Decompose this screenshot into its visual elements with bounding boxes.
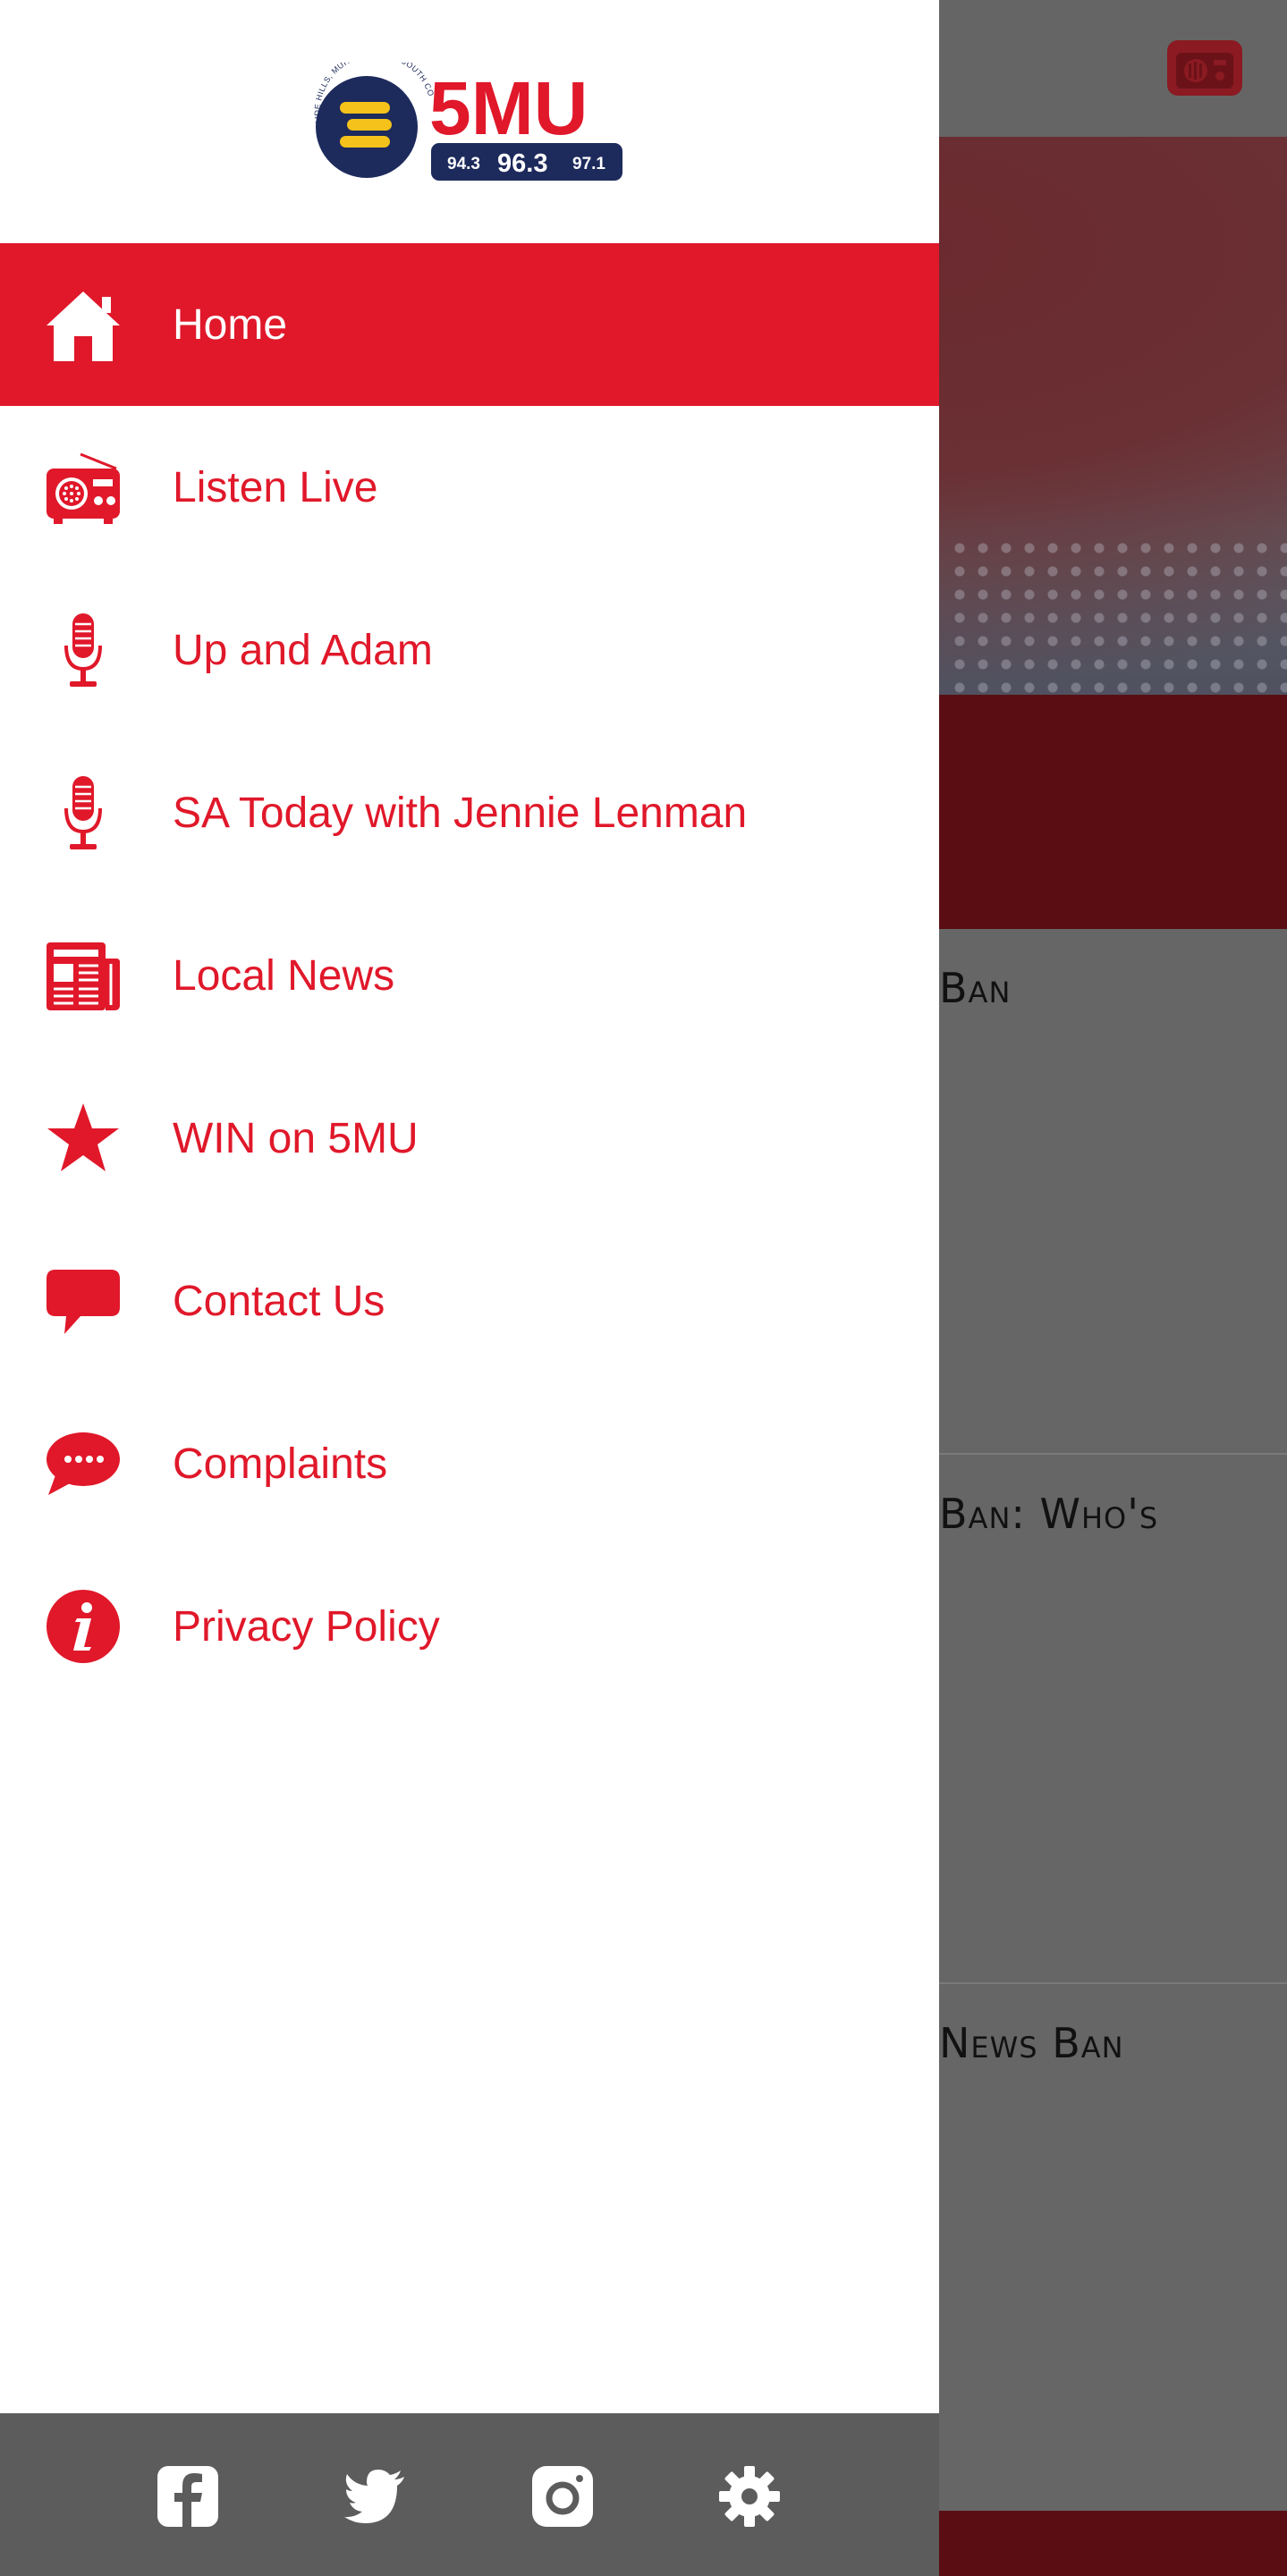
newspaper-icon	[45, 937, 122, 1014]
menu-item-win[interactable]: WIN on 5MU	[0, 1057, 939, 1220]
radio-icon[interactable]	[1167, 40, 1242, 96]
menu-item-label: Home	[173, 300, 288, 349]
menu-item-label: Complaints	[173, 1440, 388, 1488]
menu-item-label: Up and Adam	[173, 626, 433, 674]
menu-item-label: Contact Us	[173, 1277, 385, 1325]
frequency: 97.1	[572, 155, 605, 173]
speech-bubble-icon	[45, 1263, 122, 1339]
card-title[interactable]: News Ban	[939, 2019, 1124, 2067]
menu-item-local-news[interactable]: Local News	[0, 894, 939, 1057]
microphone-icon	[45, 774, 122, 851]
frequency: 96.3	[497, 149, 547, 178]
facebook-icon[interactable]	[156, 2464, 220, 2529]
twitter-icon[interactable]	[343, 2464, 408, 2529]
microphone-icon	[45, 612, 122, 688]
menu-item-label: WIN on 5MU	[173, 1114, 419, 1162]
menu-item-up-and-adam[interactable]: Up and Adam	[0, 569, 939, 731]
menu-item-privacy-policy[interactable]: Privacy Policy	[0, 1545, 939, 1708]
card-title[interactable]: Ban: Who's	[939, 1490, 1158, 1538]
instagram-icon[interactable]	[530, 2464, 595, 2529]
menu-item-label: Local News	[173, 951, 395, 1000]
settings-icon[interactable]	[717, 2464, 782, 2529]
menu-item-home[interactable]: Home	[0, 243, 939, 406]
brand-name: 5MU	[429, 66, 588, 150]
menu-item-label: Privacy Policy	[173, 1602, 440, 1651]
drawer-footer	[0, 2413, 939, 2576]
logo: ADELAIDE HILLS, MURRAYLANDS, SOUTH COAST…	[301, 49, 635, 184]
menu-item-contact-us[interactable]: Contact Us	[0, 1220, 939, 1382]
home-icon	[45, 286, 122, 363]
card-title[interactable]: Ban	[939, 964, 1011, 1012]
navigation-drawer: ADELAIDE HILLS, MURRAYLANDS, SOUTH COAST…	[0, 0, 939, 2576]
equalizer-pattern	[948, 536, 1287, 695]
radio-icon	[45, 449, 122, 526]
star-icon	[45, 1100, 122, 1177]
frequency: 94.3	[447, 155, 480, 173]
chat-dots-icon	[45, 1425, 122, 1502]
menu-item-label: Listen Live	[173, 463, 378, 511]
menu-item-sa-today[interactable]: SA Today with Jennie Lenman	[0, 731, 939, 894]
menu-item-listen-live[interactable]: Listen Live	[0, 406, 939, 569]
info-icon	[45, 1588, 122, 1665]
menu-item-label: SA Today with Jennie Lenman	[173, 789, 748, 837]
menu-item-complaints[interactable]: Complaints	[0, 1382, 939, 1545]
